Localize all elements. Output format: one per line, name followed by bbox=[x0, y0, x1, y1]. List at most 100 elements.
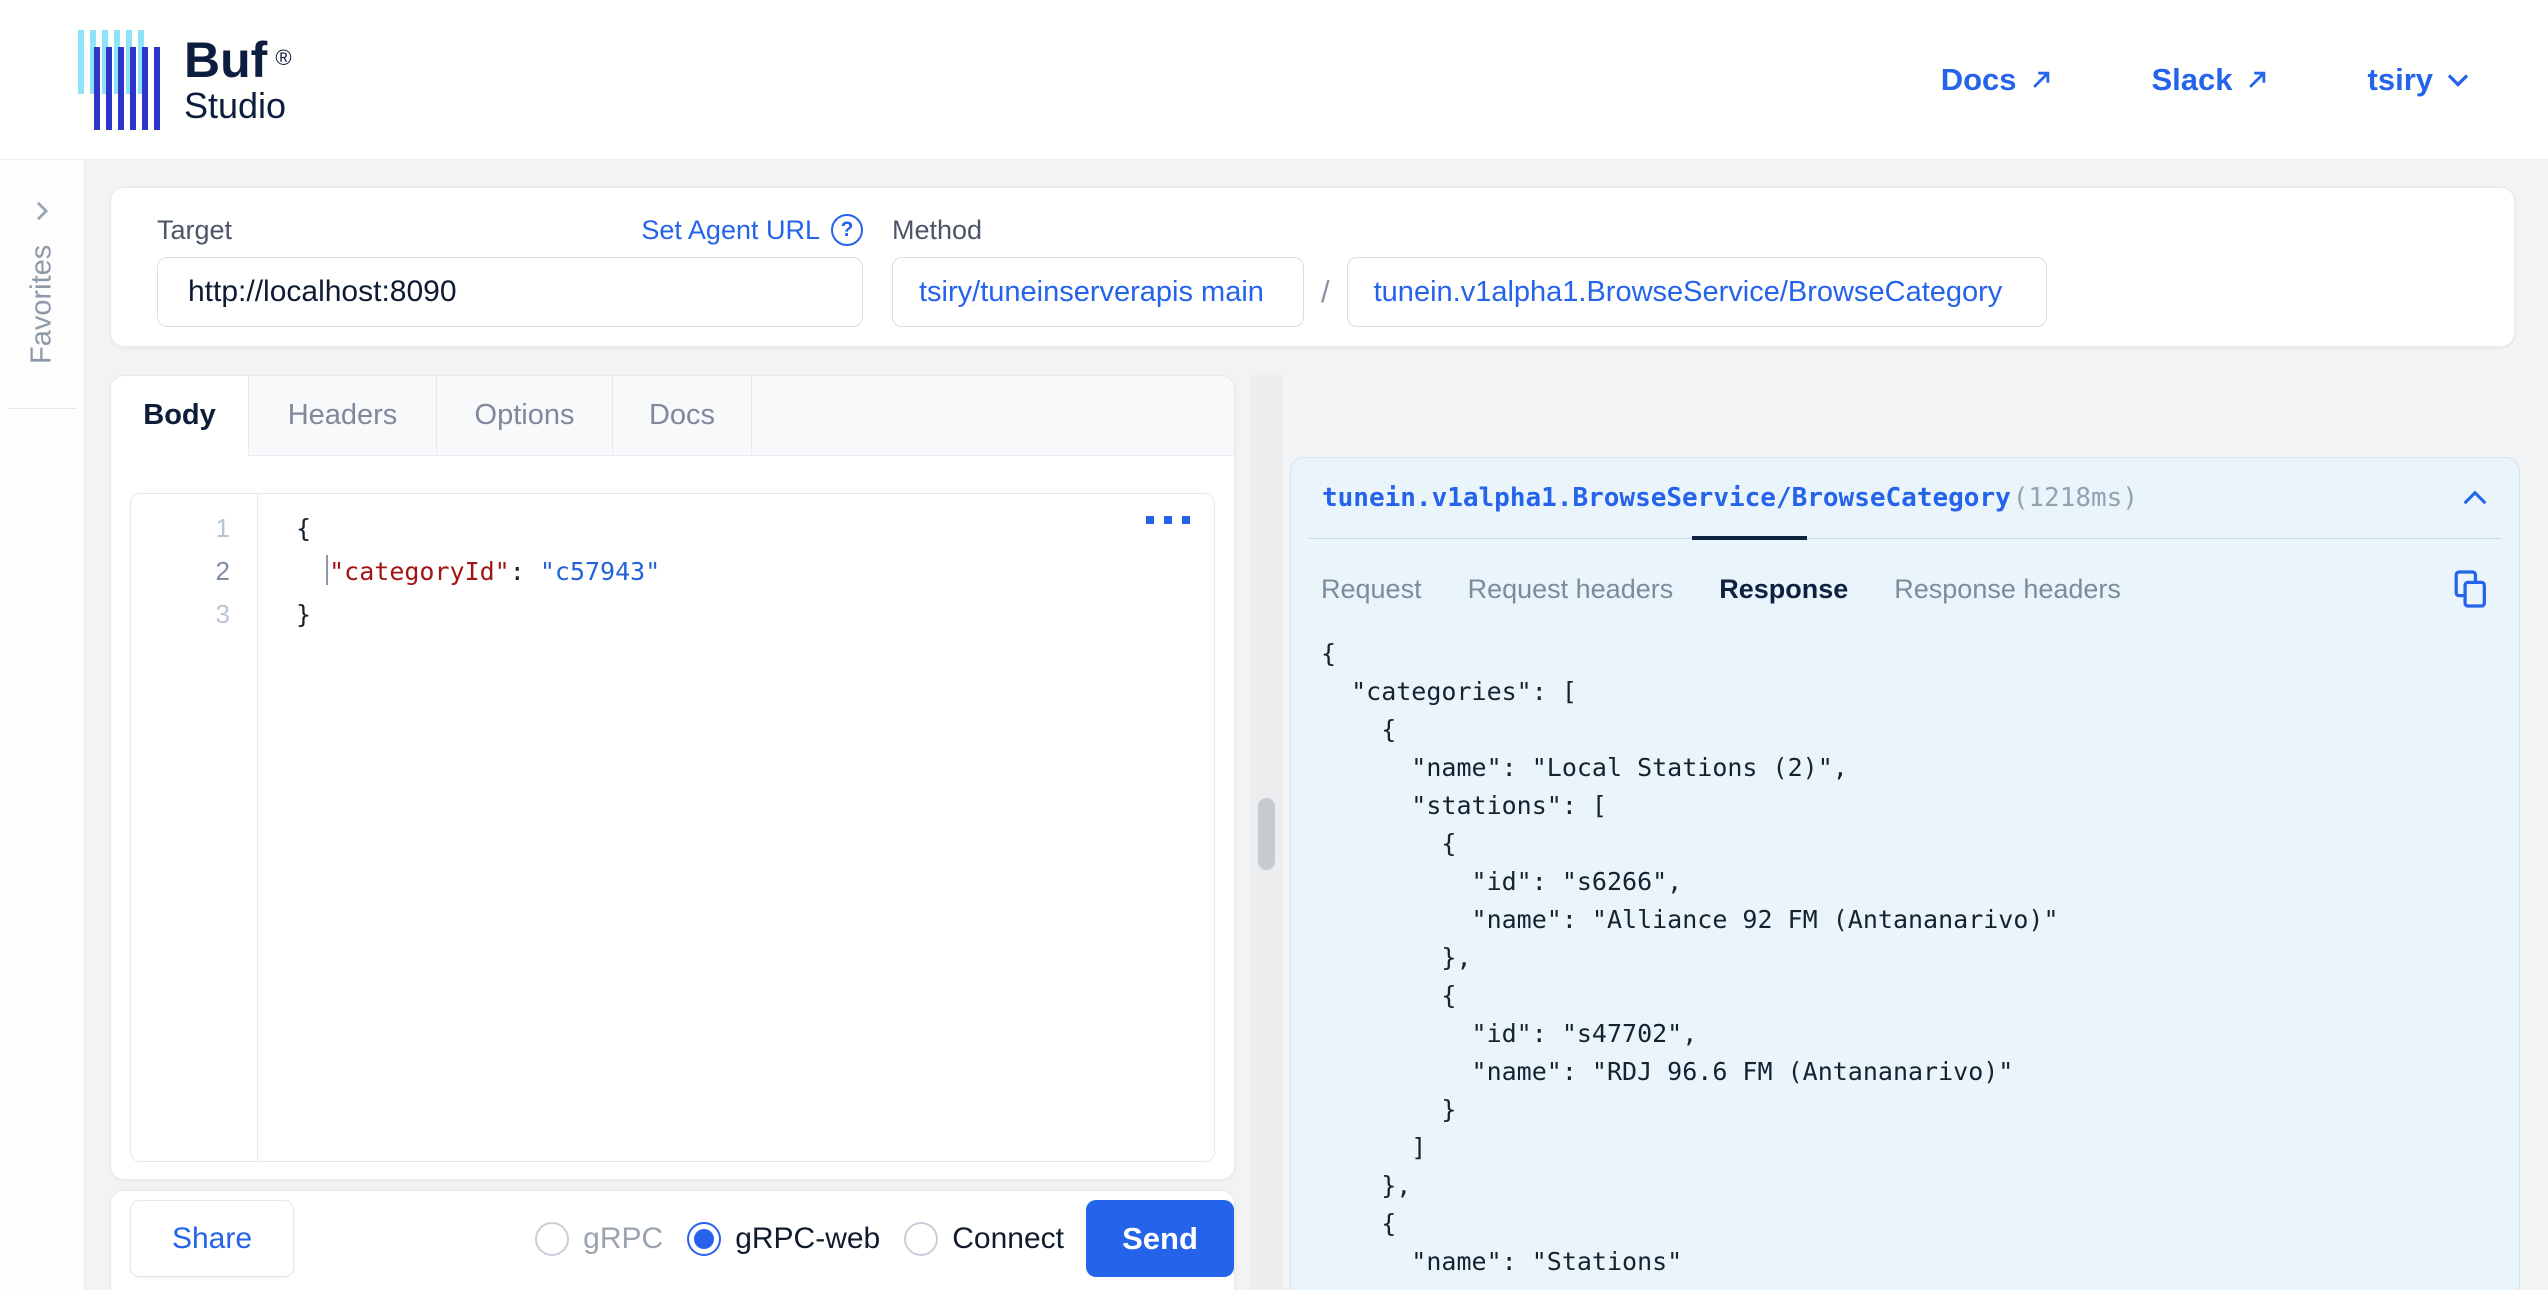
favorites-expand-button[interactable] bbox=[31, 200, 53, 227]
panel-scrollbar-thumb[interactable] bbox=[1258, 798, 1275, 870]
line-number: 3 bbox=[131, 593, 257, 636]
response-json-line: "stations": [ bbox=[1321, 787, 2489, 825]
tab-request[interactable]: Request bbox=[1321, 574, 1422, 605]
target-column: Target Set Agent URL ? bbox=[157, 212, 863, 346]
panel-scrollbar-track[interactable] bbox=[1250, 375, 1283, 1290]
nav-docs-link[interactable]: Docs bbox=[1941, 62, 2052, 98]
buf-studio-app: Buf ® Studio Docs Slack tsiry bbox=[0, 0, 2548, 1290]
editor-menu-button[interactable] bbox=[1146, 516, 1190, 524]
target-method-card: Target Set Agent URL ? Method tsiry/tune… bbox=[110, 187, 2515, 347]
tab-response[interactable]: Response bbox=[1719, 574, 1848, 605]
help-icon[interactable]: ? bbox=[831, 214, 863, 246]
brand-product: Studio bbox=[184, 86, 292, 126]
json-key: "categoryId" bbox=[329, 557, 510, 586]
request-tabs: Body Headers Options Docs bbox=[111, 376, 1234, 456]
chevron-down-icon bbox=[2446, 71, 2470, 89]
user-name: tsiry bbox=[2368, 62, 2433, 98]
tab-body[interactable]: Body bbox=[111, 376, 249, 456]
response-json-line: { bbox=[1321, 635, 2489, 673]
tab-headers[interactable]: Headers bbox=[249, 376, 437, 456]
method-module-select[interactable]: tsiry/tuneinserverapis main bbox=[892, 257, 1304, 327]
json-string-value: "c57943" bbox=[540, 557, 660, 586]
buf-logo-icon bbox=[78, 30, 160, 130]
brand-name-text: Buf bbox=[184, 34, 267, 86]
radio-circle bbox=[535, 1222, 569, 1256]
external-link-icon bbox=[2030, 69, 2052, 91]
protocol-label: Connect bbox=[952, 1222, 1064, 1256]
request-panel: Body Headers Options Docs 1 2 3 { "categ… bbox=[110, 375, 1235, 1180]
external-link-icon bbox=[2246, 69, 2268, 91]
top-nav: Docs Slack tsiry bbox=[1941, 62, 2470, 98]
radio-circle-selected bbox=[687, 1222, 721, 1256]
top-bar: Buf ® Studio Docs Slack tsiry bbox=[0, 0, 2548, 160]
response-json-line: "name": "RDJ 96.6 FM (Antananarivo)" bbox=[1321, 1053, 2489, 1091]
response-json-line: { bbox=[1321, 711, 2489, 749]
response-json-line: "categories": [ bbox=[1321, 673, 2489, 711]
main-content: Target Set Agent URL ? Method tsiry/tune… bbox=[84, 160, 2548, 1290]
brand-text: Buf ® Studio bbox=[184, 34, 292, 126]
protocol-label: gRPC-web bbox=[735, 1222, 880, 1256]
send-button[interactable]: Send bbox=[1086, 1200, 1234, 1277]
protocol-radio-grpc-web[interactable]: gRPC-web bbox=[687, 1222, 880, 1256]
response-json-line: } bbox=[1321, 1091, 2489, 1129]
tab-request-headers[interactable]: Request headers bbox=[1468, 574, 1674, 605]
response-json-line: "id": "s47702", bbox=[1321, 1015, 2489, 1053]
nav-docs-label: Docs bbox=[1941, 62, 2017, 98]
favorites-sidebar: Favorites bbox=[0, 160, 85, 1290]
chevron-up-icon bbox=[2462, 490, 2488, 506]
response-json-line: "name": "Alliance 92 FM (Antananarivo)" bbox=[1321, 901, 2489, 939]
copy-icon bbox=[2453, 569, 2489, 609]
line-number-active: 2 bbox=[131, 550, 257, 593]
response-json-line: }, bbox=[1321, 939, 2489, 977]
editor-code[interactable]: { "categoryId": "c57943" } bbox=[259, 494, 1214, 636]
response-entry-header[interactable]: tunein.v1alpha1.BrowseService/BrowseCate… bbox=[1309, 458, 2501, 539]
response-json-line: }, bbox=[1321, 1167, 2489, 1205]
text-cursor bbox=[326, 555, 328, 585]
response-duration: (1218ms) bbox=[2013, 483, 2138, 513]
line-number: 1 bbox=[131, 507, 257, 550]
tab-response-headers[interactable]: Response headers bbox=[1894, 574, 2121, 605]
editor-line: { bbox=[296, 507, 1214, 550]
response-json-body[interactable]: { "categories": [ { "name": "Local Stati… bbox=[1291, 609, 2519, 1281]
protocol-radio-group: gRPC gRPC-web Connect bbox=[535, 1200, 1064, 1277]
editor-line: } bbox=[296, 593, 1214, 636]
share-button[interactable]: Share bbox=[130, 1200, 294, 1277]
collapse-response-button[interactable] bbox=[2462, 490, 2488, 506]
response-json-line: "name": "Local Stations (2)", bbox=[1321, 749, 2489, 787]
brand-name: Buf ® bbox=[184, 34, 292, 86]
response-json-line: { bbox=[1321, 825, 2489, 863]
target-label: Target bbox=[157, 215, 232, 246]
set-agent-url-label: Set Agent URL bbox=[641, 215, 820, 246]
nav-slack-link[interactable]: Slack bbox=[2152, 62, 2268, 98]
method-separator: / bbox=[1321, 274, 1330, 310]
response-json-line: "id": "s6266", bbox=[1321, 863, 2489, 901]
tab-docs[interactable]: Docs bbox=[613, 376, 752, 456]
editor-gutter: 1 2 3 bbox=[131, 494, 258, 1161]
request-body-editor[interactable]: 1 2 3 { "categoryId": "c57943" } bbox=[130, 493, 1215, 1162]
target-input[interactable] bbox=[157, 257, 863, 327]
protocol-radio-grpc[interactable]: gRPC bbox=[535, 1222, 663, 1256]
nav-slack-label: Slack bbox=[2152, 62, 2233, 98]
action-bar: Share gRPC gRPC-web Connect Send bbox=[110, 1190, 1235, 1290]
favorites-divider bbox=[8, 408, 76, 409]
response-json-line: ] bbox=[1321, 1129, 2489, 1167]
buf-logo[interactable]: Buf ® Studio bbox=[78, 30, 292, 130]
response-card: tunein.v1alpha1.BrowseService/BrowseCate… bbox=[1290, 457, 2520, 1290]
user-menu[interactable]: tsiry bbox=[2368, 62, 2470, 98]
response-tabs: Request Request headers Response Respons… bbox=[1291, 539, 2519, 609]
copy-response-button[interactable] bbox=[2453, 569, 2489, 609]
favorites-label[interactable]: Favorites bbox=[0, 238, 84, 370]
protocol-label: gRPC bbox=[583, 1222, 663, 1256]
radio-circle bbox=[904, 1222, 938, 1256]
active-tab-indicator bbox=[1692, 536, 1807, 540]
response-method-name: tunein.v1alpha1.BrowseService/BrowseCate… bbox=[1322, 483, 2011, 513]
chevron-right-icon bbox=[31, 200, 53, 222]
editor-line-active: "categoryId": "c57943" bbox=[296, 550, 1214, 593]
protocol-radio-connect[interactable]: Connect bbox=[904, 1222, 1064, 1256]
method-rpc-select[interactable]: tunein.v1alpha1.BrowseService/BrowseCate… bbox=[1347, 257, 2047, 327]
tab-options[interactable]: Options bbox=[437, 376, 613, 456]
set-agent-url-link[interactable]: Set Agent URL ? bbox=[641, 214, 863, 246]
registered-mark: ® bbox=[275, 32, 291, 84]
response-json-line: { bbox=[1321, 977, 2489, 1015]
method-label: Method bbox=[892, 215, 982, 246]
